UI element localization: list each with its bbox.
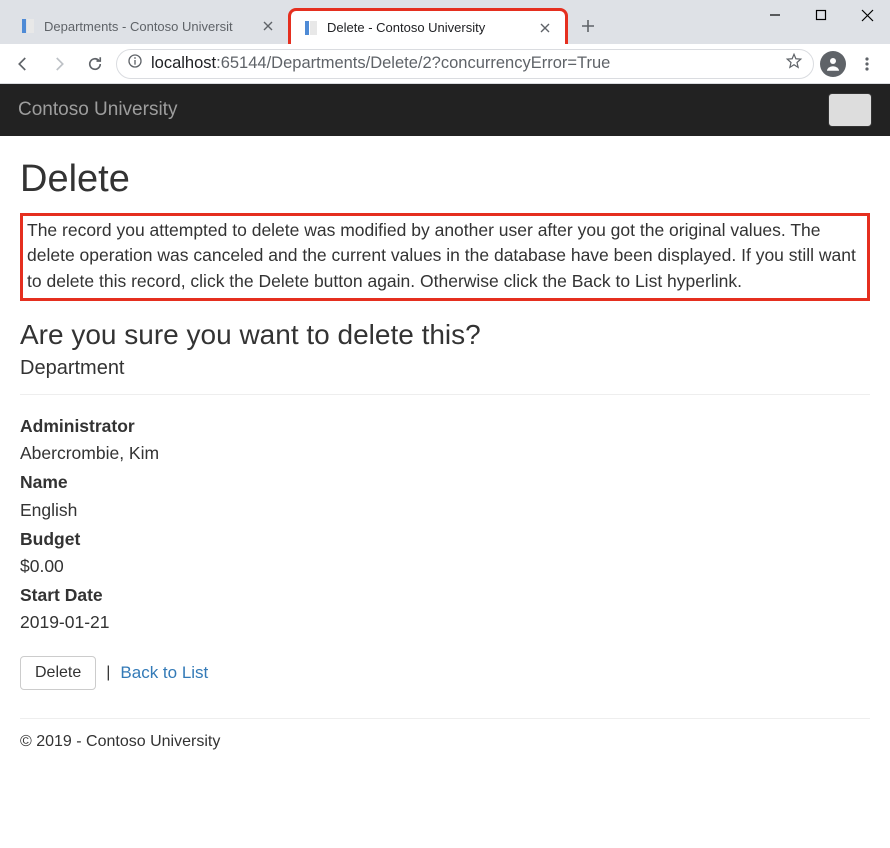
confirm-heading: Are you sure you want to delete this? — [20, 319, 870, 351]
forward-button[interactable] — [44, 49, 74, 79]
tab-title: Departments - Contoso Universit — [44, 19, 252, 34]
field-value: 2019-01-21 — [20, 609, 870, 636]
field-label: Name — [20, 469, 870, 496]
back-to-list-link[interactable]: Back to List — [120, 663, 208, 683]
app-navbar: Contoso University — [0, 84, 890, 136]
close-icon[interactable] — [537, 20, 553, 36]
delete-button[interactable]: Delete — [20, 656, 96, 690]
field-value: Abercrombie, Kim — [20, 440, 870, 467]
entity-subheading: Department — [20, 357, 870, 380]
page-content: Delete The record you attempted to delet… — [0, 136, 890, 773]
url-host: localhost — [151, 54, 216, 72]
address-bar[interactable]: localhost:65144/Departments/Delete/2?con… — [116, 49, 814, 79]
browser-tab-inactive[interactable]: Departments - Contoso Universit — [8, 8, 288, 44]
browser-toolbar: localhost:65144/Departments/Delete/2?con… — [0, 44, 890, 84]
page-footer: © 2019 - Contoso University — [20, 733, 870, 751]
close-window-button[interactable] — [844, 0, 890, 30]
new-tab-button[interactable] — [574, 12, 602, 40]
reload-button[interactable] — [80, 49, 110, 79]
page-favicon-icon — [303, 20, 319, 36]
browser-tab-active[interactable]: Delete - Contoso University — [288, 8, 568, 44]
close-icon[interactable] — [260, 18, 276, 34]
form-actions: Delete | Back to List — [20, 656, 870, 690]
page-favicon-icon — [20, 18, 36, 34]
browser-tabs: Departments - Contoso Universit Delete -… — [0, 0, 602, 44]
url-port: :65144 — [216, 54, 266, 72]
window-titlebar: Departments - Contoso Universit Delete -… — [0, 0, 890, 44]
field-label: Administrator — [20, 413, 870, 440]
maximize-button[interactable] — [798, 0, 844, 30]
navbar-toggle-button[interactable] — [828, 93, 872, 127]
url-text: localhost:65144/Departments/Delete/2?con… — [151, 54, 610, 73]
field-value: English — [20, 497, 870, 524]
kebab-menu-icon[interactable] — [852, 49, 882, 79]
field-label: Start Date — [20, 582, 870, 609]
site-info-icon[interactable] — [127, 53, 143, 74]
window-controls — [752, 0, 890, 30]
divider — [20, 718, 870, 719]
field-label: Budget — [20, 526, 870, 553]
minimize-button[interactable] — [752, 0, 798, 30]
url-path: /Departments/Delete/2?concurrencyError=T… — [267, 54, 611, 72]
error-text: The record you attempted to delete was m… — [27, 220, 856, 291]
bookmark-star-icon[interactable] — [785, 52, 803, 75]
separator: | — [106, 664, 110, 682]
field-value: $0.00 — [20, 553, 870, 580]
tab-title: Delete - Contoso University — [327, 20, 529, 35]
page-title: Delete — [20, 158, 870, 201]
back-button[interactable] — [8, 49, 38, 79]
divider — [20, 394, 870, 395]
profile-avatar-icon[interactable] — [820, 51, 846, 77]
detail-list: Administrator Abercrombie, Kim Name Engl… — [20, 413, 870, 636]
brand-link[interactable]: Contoso University — [18, 99, 177, 121]
concurrency-error-message: The record you attempted to delete was m… — [20, 213, 870, 301]
